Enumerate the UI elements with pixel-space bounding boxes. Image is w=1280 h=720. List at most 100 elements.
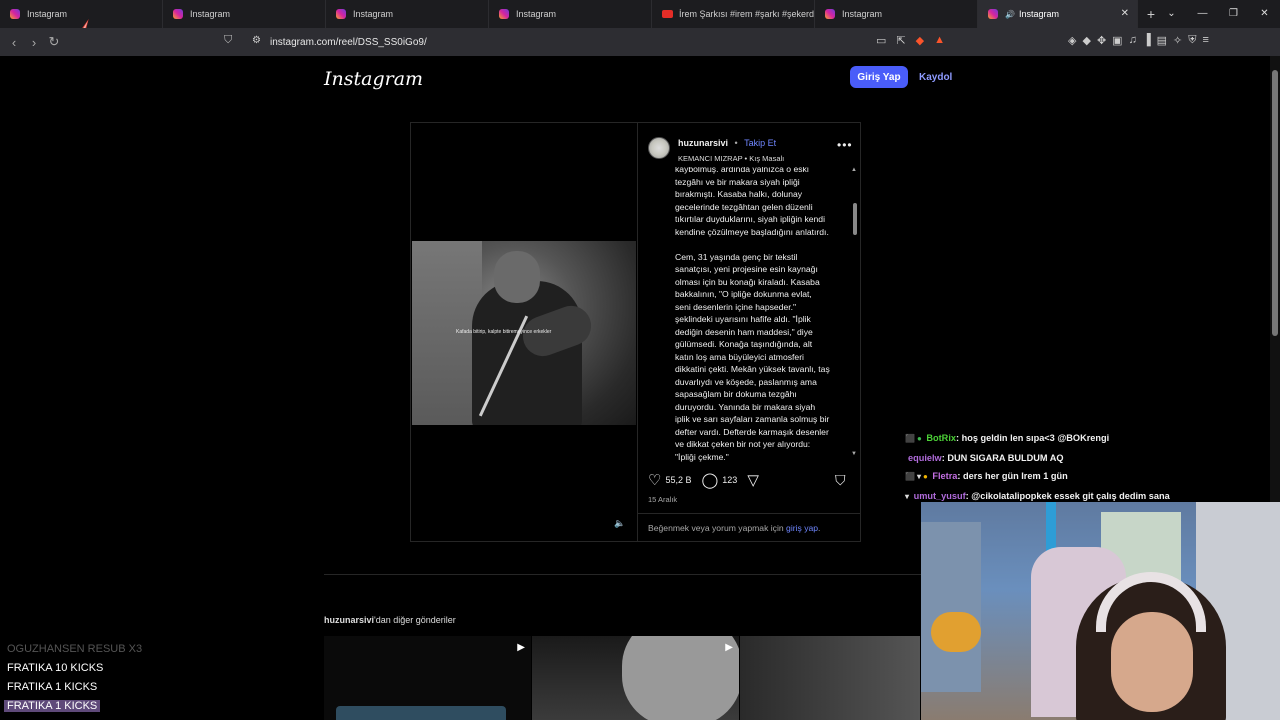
more-options-icon[interactable]: ••• — [837, 138, 853, 152]
tab-5[interactable]: İrem Şarkısı #irem #şarkı #şekerday — [652, 0, 815, 28]
post-username[interactable]: huzunarsivi — [678, 138, 728, 148]
login-prompt-text: Beğenmek veya yorum yapmak için — [648, 523, 787, 533]
nav-bar: ‹ › ↻ ⛉ ⚙ instagram.com/reel/DSS_SS0iGo9… — [0, 28, 1280, 56]
scroll-thumb[interactable] — [853, 203, 857, 235]
scroll-thumb[interactable] — [1272, 70, 1278, 336]
maximize-icon[interactable]: ❐ — [1218, 0, 1249, 28]
post-date: 15 Aralık — [648, 495, 678, 504]
brave-rewards-icon[interactable]: ▲ — [934, 34, 945, 47]
chat-message: ⬛ ▾ ● Fletra: ders her gün Irem 1 gün — [905, 467, 1170, 487]
extension-icon[interactable]: ◆ — [1082, 34, 1090, 47]
chat-text: : ders her gün Irem 1 gün — [957, 471, 1068, 481]
login-button[interactable]: Giriş Yap — [850, 66, 908, 88]
music-icon[interactable]: ♫ — [1129, 34, 1137, 47]
speaker-icon[interactable]: 🔊 — [1005, 10, 1015, 19]
chat-text: : DUN SIGARA BULDUM AQ — [941, 452, 1064, 463]
back-icon[interactable]: ‹ — [4, 35, 24, 50]
instagram-icon — [173, 9, 183, 19]
post-thumbnail[interactable]: ▶ — [324, 636, 531, 720]
extension-icon[interactable]: ◈ — [1068, 34, 1076, 47]
tab-4[interactable]: Instagram — [489, 0, 652, 28]
reel-icon: ▶ — [517, 642, 525, 653]
close-window-icon[interactable]: ✕ — [1249, 0, 1280, 28]
instagram-icon — [825, 9, 835, 19]
login-prompt-end: . — [818, 523, 821, 533]
reload-icon[interactable]: ↻ — [44, 34, 64, 50]
instagram-logo[interactable]: Instagram — [324, 68, 423, 90]
minimize-icon[interactable]: — — [1187, 0, 1218, 28]
bookmark-icon[interactable]: ⛉ — [835, 472, 846, 489]
share-icon[interactable]: ▽ — [747, 471, 759, 489]
more-posts-title: huzunarsivi'dan diğer gönderiler — [324, 615, 456, 625]
post-thumbnail[interactable]: ▶ — [532, 636, 739, 720]
cast-icon[interactable]: ▭ — [876, 34, 886, 47]
sub-badge-icon: ● — [922, 472, 928, 481]
url-text[interactable]: instagram.com/reel/DSS_SS0iGo9/ — [270, 37, 427, 48]
event-item: FRATIKA 1 KICKS — [7, 681, 98, 693]
reel-media[interactable]: Kafada bitirip, kalpte bitiremeyince erk… — [411, 123, 636, 541]
scroll-up-icon[interactable]: ▲ — [851, 167, 857, 173]
tab-3[interactable]: Instagram — [326, 0, 489, 28]
heart-icon[interactable]: ♡ — [648, 471, 661, 489]
vpn-icon[interactable]: ⛨ — [1188, 34, 1196, 47]
puzzle-icon[interactable]: ✥ — [1097, 34, 1106, 47]
tab-title: Instagram — [353, 9, 394, 19]
chat-user: equielw — [908, 452, 942, 463]
instagram-icon — [499, 9, 509, 19]
extensions-bar: ◈ ◆ ✥ ▣ ♫ ▐ ▤ ✧ ⛨ ≡ — [1068, 34, 1209, 47]
tab-title: Instagram — [842, 9, 883, 19]
login-link[interactable]: giriş yap — [786, 523, 818, 533]
volume-icon[interactable]: 🔈 — [614, 518, 625, 529]
bookmark-icon[interactable]: ⛉ — [224, 34, 232, 47]
window-controls: ⌄ — ❐ ✕ — [1156, 0, 1280, 28]
tab-active[interactable]: 🔊 Instagram ✕ — [978, 0, 1138, 28]
event-item: FRATIKA 1 KICKS — [4, 700, 101, 712]
post-thumbnail[interactable] — [740, 636, 920, 720]
site-info-icon[interactable]: ⚙ — [252, 35, 261, 46]
tab-6[interactable]: Instagram — [815, 0, 978, 28]
chevron-down-icon[interactable]: ⌄ — [1156, 0, 1187, 28]
caption-scrollbar[interactable]: ▲ ▼ — [851, 167, 859, 463]
signup-link[interactable]: Kaydol — [919, 72, 952, 83]
forward-icon[interactable]: › — [24, 35, 44, 50]
share-icon[interactable]: ⇱ — [896, 34, 905, 47]
video-frame[interactable]: Kafada bitirip, kalpte bitiremeyince erk… — [412, 241, 636, 425]
audio-info[interactable]: KEMANCI MIZRAP • Kış Masalı — [678, 154, 784, 163]
tab-title: Instagram — [27, 9, 68, 19]
tab-title: Instagram — [1018, 9, 1059, 19]
chat-message: equielw: DUN SIGARA BULDUM AQ — [905, 449, 1170, 468]
event-item: FRATIKA 10 KICKS — [7, 662, 104, 674]
instagram-icon — [988, 9, 998, 19]
stream-chat: ⬛ ● BotRix: hoş geldin len sıpa<3 @BOKren… — [905, 429, 1170, 506]
divider — [324, 574, 921, 575]
more-posts-username[interactable]: huzunarsivi — [324, 615, 374, 625]
instagram-icon — [10, 9, 20, 19]
brave-shield-icon[interactable]: ◆ — [916, 34, 924, 47]
sidebar-icon[interactable]: ▐ — [1143, 34, 1151, 47]
stream-events: OGUZHANSEN RESUB X3 FRATIKA 10 KICKS FRA… — [4, 640, 145, 716]
screen: { "browser": { "tabs": [ {"title": "Inst… — [0, 0, 1280, 720]
post-header: huzunarsivi • Takip Et KEMANCI MIZRAP • … — [648, 133, 784, 163]
avatar[interactable] — [648, 137, 670, 159]
wallet-icon[interactable]: ▤ — [1157, 34, 1167, 47]
chat-text: : hoş geldin len sıpa<3 @BOKrengi — [955, 433, 1110, 443]
caption-scroll-area[interactable]: kaybolmuş. ardında yalnızca o eski tezgâ… — [675, 167, 853, 463]
address-bar[interactable]: ⚙ instagram.com/reel/DSS_SS0iGo9/ — [244, 32, 962, 52]
instagram-icon — [336, 9, 346, 19]
tab-2[interactable]: Instagram — [163, 0, 326, 28]
scroll-down-icon[interactable]: ▼ — [851, 451, 857, 457]
chat-text: : @cikolatalipopkek essek git çalış dedi… — [965, 490, 1170, 501]
badge-icon: ⬛ — [905, 434, 915, 443]
comment-icon[interactable]: ◯ — [701, 471, 718, 489]
menu-icon[interactable]: ≡ — [1202, 34, 1208, 47]
separator-dot: • — [734, 138, 738, 148]
follow-button[interactable]: Takip Et — [744, 138, 776, 148]
screenshot-icon[interactable]: ▣ — [1112, 34, 1122, 47]
more-posts-suffix: 'dan diğer gönderiler — [374, 615, 456, 625]
comment-count: 123 — [722, 475, 738, 485]
ai-icon[interactable]: ✧ — [1173, 34, 1182, 47]
close-tab-icon[interactable]: ✕ — [1121, 8, 1129, 19]
tab-title: Instagram — [516, 9, 557, 19]
cat-badge-icon: ▾ — [905, 491, 910, 501]
post-sidebar: huzunarsivi • Takip Et KEMANCI MIZRAP • … — [637, 123, 861, 541]
